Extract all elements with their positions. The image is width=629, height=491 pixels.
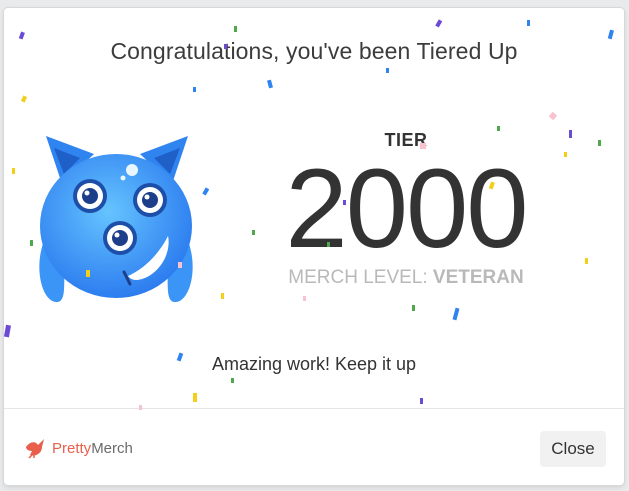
encouragement-message: Amazing work! Keep it up (211, 354, 417, 374)
bird-logo-icon (26, 439, 44, 459)
brand-name-part1: Pretty (52, 439, 92, 457)
merch-level-value: VETERAN (432, 267, 524, 288)
brand-name-part2: Merch (91, 439, 133, 457)
modal-title: Congratulations, you've been Tiered Up (110, 38, 518, 64)
tier-info: TIER 2000 MERCH LEVEL: VETERAN (256, 130, 556, 289)
modal-footer: Pretty Merch Close (4, 408, 624, 485)
merch-level-prefix: MERCH LEVEL: (288, 267, 433, 288)
tier-number: 2000 (285, 146, 528, 271)
close-button[interactable]: Close (540, 431, 606, 467)
monster-mascot-illustration (39, 136, 193, 303)
merch-level: MERCH LEVEL: VETERAN (256, 267, 556, 289)
tier-up-modal: Congratulations, you've been Tiered Up T… (4, 8, 624, 485)
prettymerch-logo: Pretty Merch (24, 437, 133, 459)
